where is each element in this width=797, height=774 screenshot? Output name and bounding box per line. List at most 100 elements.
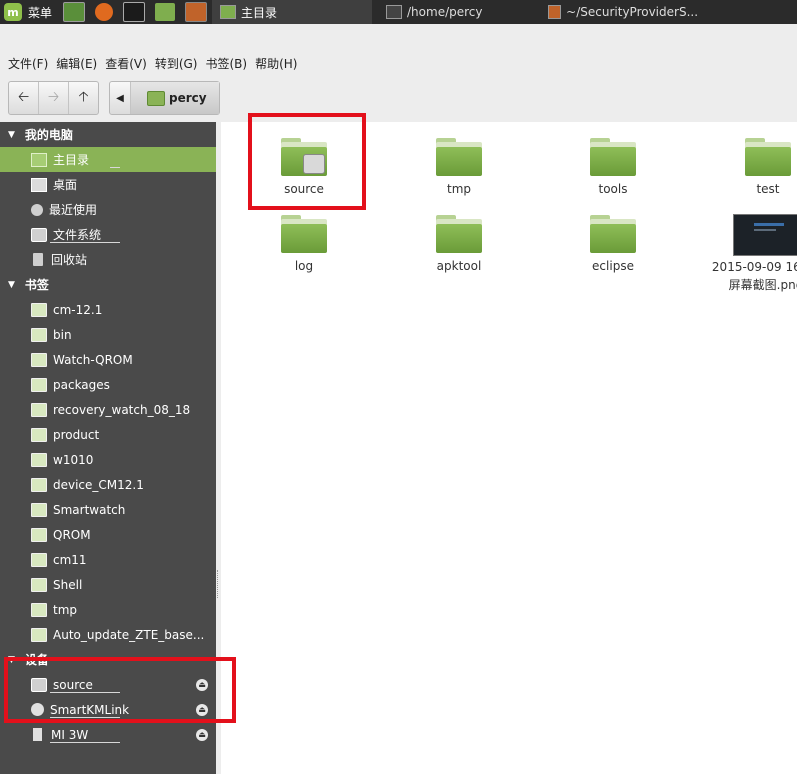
sidebar-item-desktop[interactable]: 桌面 (0, 172, 216, 197)
mint-logo-icon: m (4, 3, 22, 21)
file-name-line2: 屏幕截图.png (728, 278, 797, 292)
sidebar-item-recent[interactable]: 最近使用 (0, 197, 216, 222)
sidebar-item-label: 文件系统 (53, 228, 102, 242)
path-button-label: percy (169, 91, 207, 105)
folder-icon (31, 402, 47, 417)
bookmark-label: recovery_watch_08_18 (53, 402, 191, 417)
bookmark-item[interactable]: cm11 (0, 547, 216, 572)
folder-icon (590, 215, 636, 253)
eject-icon[interactable]: ⏏ (196, 728, 208, 741)
bookmark-label: Watch-QROM (53, 352, 133, 367)
main-menu-button[interactable]: m 菜单 (0, 0, 58, 24)
file-name: tools (598, 182, 628, 196)
bookmark-label: cm11 (53, 552, 87, 567)
show-desktop-icon[interactable] (63, 2, 86, 22)
file-item-apktool[interactable]: apktool (404, 215, 514, 273)
menu-go[interactable]: 转到(G) (151, 55, 202, 72)
sublime-text-icon[interactable] (185, 2, 208, 22)
bookmark-item[interactable]: Smartwatch (0, 497, 216, 522)
folder-icon (31, 527, 47, 542)
bookmark-item[interactable]: tmp (0, 597, 216, 622)
folder-icon (590, 138, 636, 176)
taskbar-item-terminal[interactable]: /home/percy (378, 0, 540, 24)
file-manager-icon[interactable] (155, 3, 176, 21)
bookmark-label: w1010 (53, 452, 94, 467)
section-title: 书签 (24, 278, 49, 292)
file-name: 2015-09-09 16:20 (711, 260, 797, 274)
folder-icon (31, 627, 47, 642)
up-button[interactable]: 🡡 (69, 82, 98, 114)
sidebar-item-label: 桌面 (53, 178, 78, 192)
underline-decoration (50, 742, 120, 743)
file-item-log[interactable]: log (249, 215, 359, 273)
bookmark-label: QROM (53, 527, 91, 542)
section-my-computer[interactable]: ▼ 我的电脑 (0, 122, 216, 147)
file-item-tools[interactable]: tools (558, 138, 668, 196)
bookmark-item[interactable]: w1010 (0, 447, 216, 472)
folder-icon (31, 377, 47, 392)
menu-bookmarks[interactable]: 书签(B) (201, 55, 251, 72)
bookmark-item[interactable]: Shell (0, 572, 216, 597)
top-panel: m 菜单 主目录 /home/percy ~/SecurityProviderS… (0, 0, 797, 24)
folder-icon (31, 502, 47, 517)
device-item-mi3w[interactable]: MI 3W ⏏ (0, 722, 216, 747)
folder-icon (31, 552, 47, 567)
menu-file[interactable]: 文件(F) (4, 55, 52, 72)
bookmark-label: product (53, 427, 100, 442)
bookmark-item[interactable]: Watch-QROM (0, 347, 216, 372)
forward-button[interactable]: 🡢 (39, 82, 69, 114)
menu-view[interactable]: 查看(V) (101, 55, 151, 72)
highlight-box-source-folder (248, 113, 366, 210)
recent-icon (31, 203, 43, 216)
bookmark-item[interactable]: device_CM12.1 (0, 472, 216, 497)
bookmark-item[interactable]: product (0, 422, 216, 447)
bookmark-label: Smartwatch (53, 502, 126, 517)
file-item-eclipse[interactable]: eclipse (558, 215, 668, 273)
menu-help[interactable]: 帮助(H) (251, 55, 301, 72)
chevron-left-icon: ◀ (116, 92, 124, 104)
left-arrow-icon: 🡠 (17, 89, 30, 105)
desktop-icon (31, 177, 47, 192)
folder-icon (436, 138, 482, 176)
path-scroll-left-button[interactable]: ◀ (110, 82, 131, 114)
file-item-test[interactable]: test (713, 138, 797, 196)
sidebar-item-trash[interactable]: 回收站 (0, 247, 216, 272)
navigation-buttons: 🡠 🡢 🡡 (8, 81, 99, 115)
taskbar-item-editor[interactable]: ~/SecurityProviderS... (540, 0, 706, 24)
trash-icon (33, 253, 43, 266)
section-bookmarks[interactable]: ▼ 书签 (0, 272, 216, 297)
bookmark-item[interactable]: recovery_watch_08_18 (0, 397, 216, 422)
menu-edit[interactable]: 编辑(E) (52, 55, 101, 72)
terminal-icon[interactable] (123, 2, 146, 22)
sidebar-item-home[interactable]: 主目录 (0, 147, 216, 172)
path-bar: ◀ percy (109, 81, 220, 115)
sidebar-item-label: 主目录 (53, 153, 90, 167)
bookmark-label: Auto_update_ZTE_base... (53, 627, 205, 642)
bookmark-item[interactable]: cm-12.1 (0, 297, 216, 322)
section-title: 我的电脑 (24, 128, 73, 142)
firefox-icon[interactable] (95, 3, 114, 21)
folder-icon (31, 477, 47, 492)
file-item-tmp[interactable]: tmp (404, 138, 514, 196)
taskbar-item-home[interactable]: 主目录 (212, 0, 373, 24)
sidebar-item-label: 最近使用 (49, 203, 98, 217)
path-button-percy[interactable]: percy (131, 82, 219, 114)
bookmark-label: cm-12.1 (53, 302, 103, 317)
drive-icon (31, 227, 47, 242)
bookmark-item[interactable]: QROM (0, 522, 216, 547)
file-name: tmp (446, 182, 471, 196)
menubar: 文件(F) 编辑(E) 查看(V) 转到(G) 书签(B) 帮助(H) (0, 52, 301, 74)
folder-icon (31, 427, 47, 442)
home-folder-icon (147, 90, 165, 106)
terminal-icon (386, 5, 403, 19)
back-button[interactable]: 🡠 (9, 82, 39, 114)
bookmark-item[interactable]: Auto_update_ZTE_base... (0, 622, 216, 647)
folder-icon (31, 602, 47, 617)
sidebar-item-filesystem[interactable]: 文件系统 (0, 222, 216, 247)
folder-icon (31, 577, 47, 592)
file-name: apktool (436, 259, 482, 273)
bookmark-item[interactable]: packages (0, 372, 216, 397)
image-thumbnail (733, 214, 797, 256)
file-item-screenshot[interactable]: 2015-09-09 16:20 屏幕截图.png (701, 214, 797, 293)
bookmark-item[interactable]: bin (0, 322, 216, 347)
